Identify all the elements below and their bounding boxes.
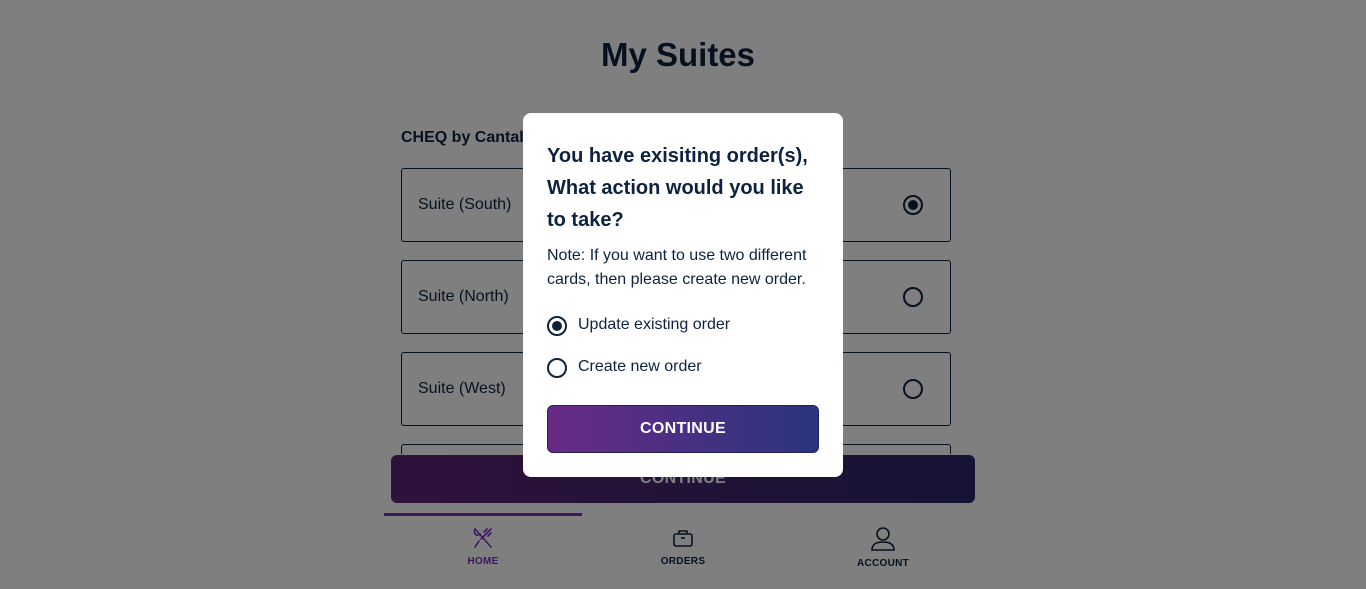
dialog-title: You have exisiting order(s), What action… — [547, 145, 808, 231]
option-label: Create new order — [578, 358, 702, 375]
dialog-note: Note: If you want to use two different c… — [547, 247, 807, 288]
radio-create-new[interactable] — [547, 358, 567, 378]
existing-order-dialog: You have exisiting order(s), What action… — [523, 113, 843, 477]
dialog-continue-button[interactable]: CONTINUE — [547, 405, 819, 453]
radio-update-existing[interactable] — [547, 316, 567, 336]
option-label: Update existing order — [578, 316, 731, 333]
